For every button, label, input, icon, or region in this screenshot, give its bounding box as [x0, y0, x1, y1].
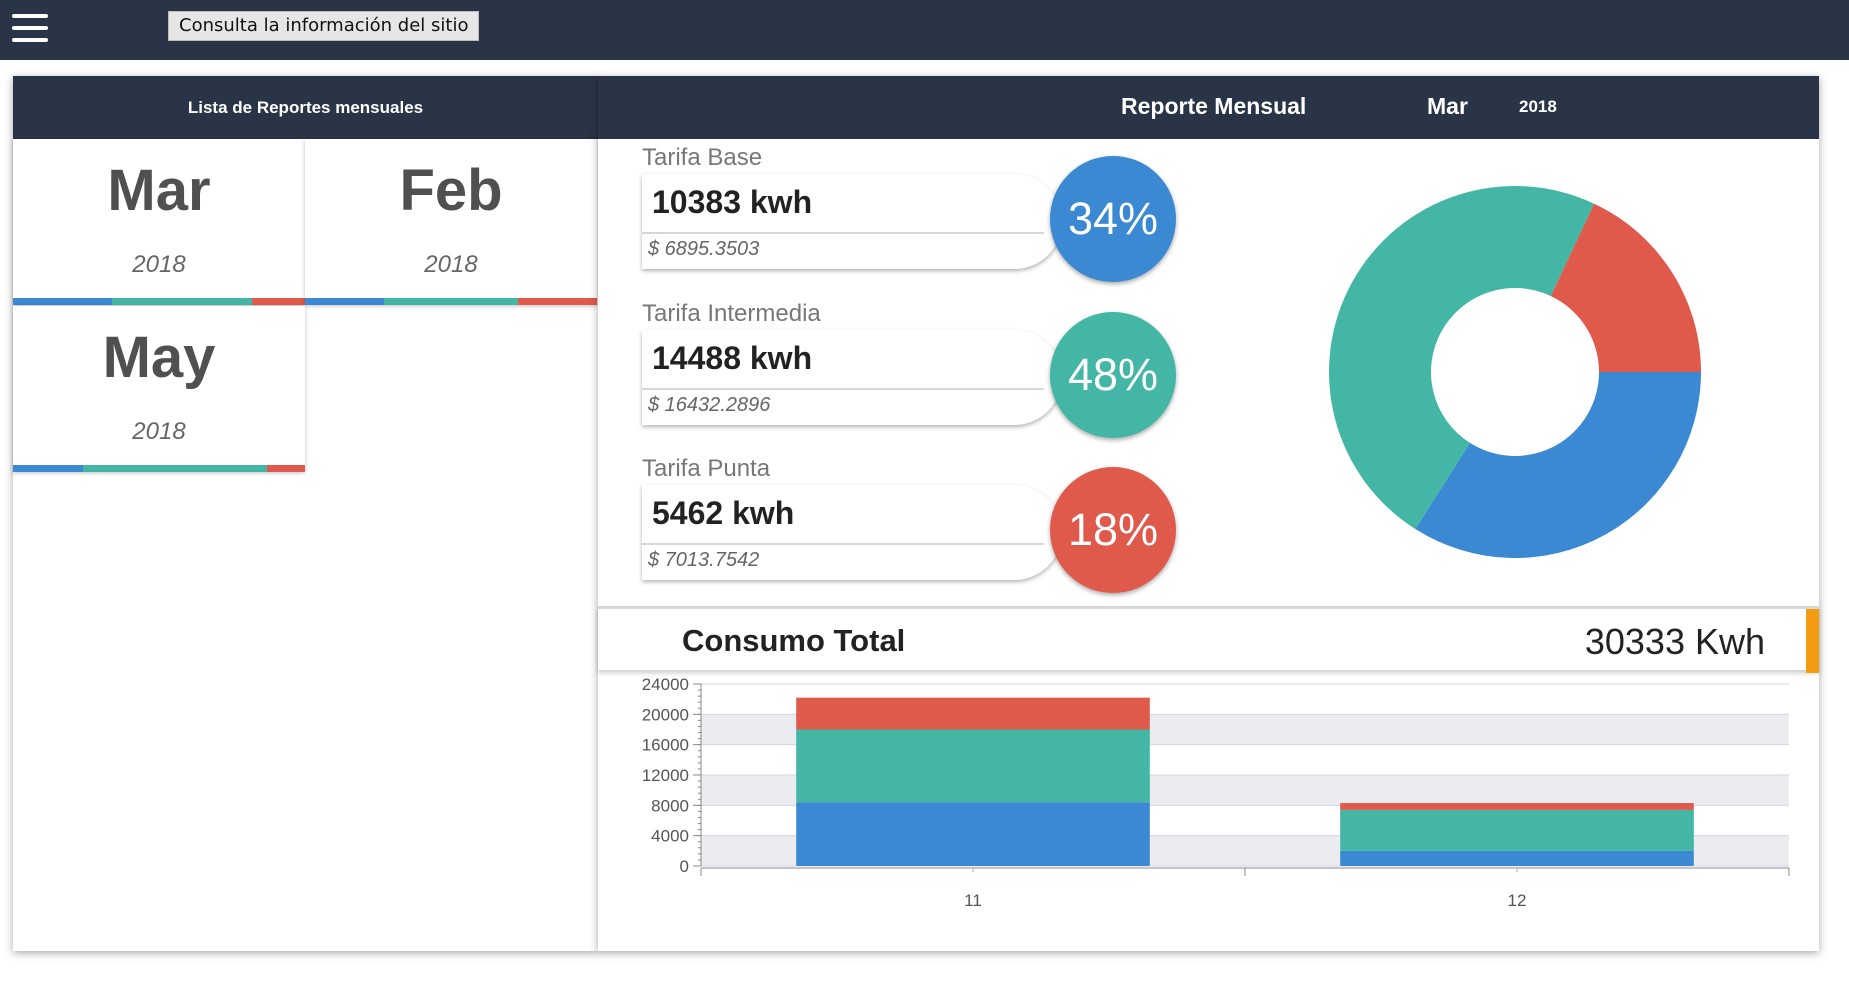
menu-icon[interactable] [12, 14, 48, 44]
monthly-reports-panel: Lista de Reportes mensuales Mar 2018 Feb… [13, 76, 598, 951]
consumo-label: Consumo Total [682, 623, 906, 658]
consumo-total-bar: Consumo Total 30333 Kwh [598, 606, 1819, 673]
bar-segment [1340, 809, 1694, 851]
donut-slice [1415, 372, 1701, 558]
tarifa-cost: $ 7013.7542 [648, 549, 760, 571]
tarifa-label: Tarifa Punta [642, 455, 771, 482]
report-title: Reporte Mensual [1121, 93, 1307, 119]
monthly-report-panel: Reporte Mensual Mar 2018 Tarifa Base 103… [598, 76, 1819, 951]
tarifa-pill: 14488 kwh $ 16432.2896 [642, 330, 1062, 425]
report-card-mar[interactable]: Mar 2018 [13, 139, 305, 305]
card-tarifa-bar [13, 298, 305, 305]
x-tick-label: 11 [964, 891, 982, 910]
tarifa-intermedia: Tarifa Intermedia 14488 kwh $ 16432.2896… [642, 300, 1176, 450]
card-month: Mar [107, 158, 211, 223]
consumo-accent [1806, 609, 1819, 673]
card-year: 2018 [132, 251, 186, 278]
tarifa-base: Tarifa Base 10383 kwh $ 6895.3503 34% [642, 144, 1176, 294]
tarifa-percent-badge: 34% [1050, 156, 1176, 282]
card-tarifa-bar [13, 465, 305, 472]
card-year: 2018 [132, 418, 186, 445]
site-info-tooltip: Consulta la información del sitio [168, 11, 480, 41]
bar-segment [1340, 850, 1694, 866]
tarifa-kwh: 10383 kwh [652, 184, 813, 220]
report-card-feb[interactable]: Feb 2018 [305, 139, 597, 305]
y-tick-label: 24000 [642, 676, 689, 694]
tarifa-label: Tarifa Base [642, 144, 763, 171]
divider [642, 543, 1044, 545]
tarifa-kwh: 5462 kwh [652, 495, 795, 531]
tarifa-cost: $ 16432.2896 [648, 394, 771, 416]
tarifa-pill: 5462 kwh $ 7013.7542 [642, 485, 1062, 580]
y-tick-label: 8000 [651, 796, 689, 815]
consumption-bar-chart: 24000 20000 16000 12000 8000 4000 0 11 12 [642, 676, 1790, 910]
card-year: 2018 [424, 251, 478, 278]
y-tick-label: 16000 [642, 736, 689, 755]
report-month: Mar [1427, 93, 1468, 119]
y-tick-label: 0 [680, 857, 689, 876]
tarifa-kwh: 14488 kwh [652, 340, 813, 376]
top-bar: Consulta la información del sitio [0, 0, 1849, 60]
tarifa-donut-chart [1329, 185, 1701, 558]
divider [642, 388, 1044, 390]
tarifa-percent-badge: 18% [1050, 467, 1176, 593]
report-card-may[interactable]: May 2018 [13, 306, 305, 472]
reports-list-title: Lista de Reportes mensuales [13, 76, 598, 139]
divider [642, 232, 1044, 234]
bar-segment [1340, 803, 1694, 810]
card-month: May [102, 325, 216, 390]
tarifa-label: Tarifa Intermedia [642, 300, 821, 327]
tarifa-pill: 10383 kwh $ 6895.3503 [642, 174, 1062, 269]
y-tick-label: 12000 [642, 766, 689, 785]
tarifa-cost: $ 6895.3503 [648, 238, 760, 260]
bar-segment [796, 697, 1150, 730]
report-year: 2018 [1519, 97, 1557, 116]
tarifa-punta: Tarifa Punta 5462 kwh $ 7013.7542 18% [642, 455, 1176, 605]
report-header: Reporte Mensual Mar 2018 [598, 76, 1819, 139]
bar-segment [796, 729, 1150, 803]
y-tick-label: 4000 [651, 827, 689, 846]
tarifa-percent-badge: 48% [1050, 312, 1176, 438]
bar-segment [796, 802, 1150, 866]
y-tick-label: 20000 [642, 705, 689, 724]
card-tarifa-bar [305, 298, 597, 305]
consumo-value: 30333 Kwh [1584, 621, 1765, 662]
x-tick-label: 12 [1508, 891, 1527, 910]
card-month: Feb [399, 158, 503, 223]
